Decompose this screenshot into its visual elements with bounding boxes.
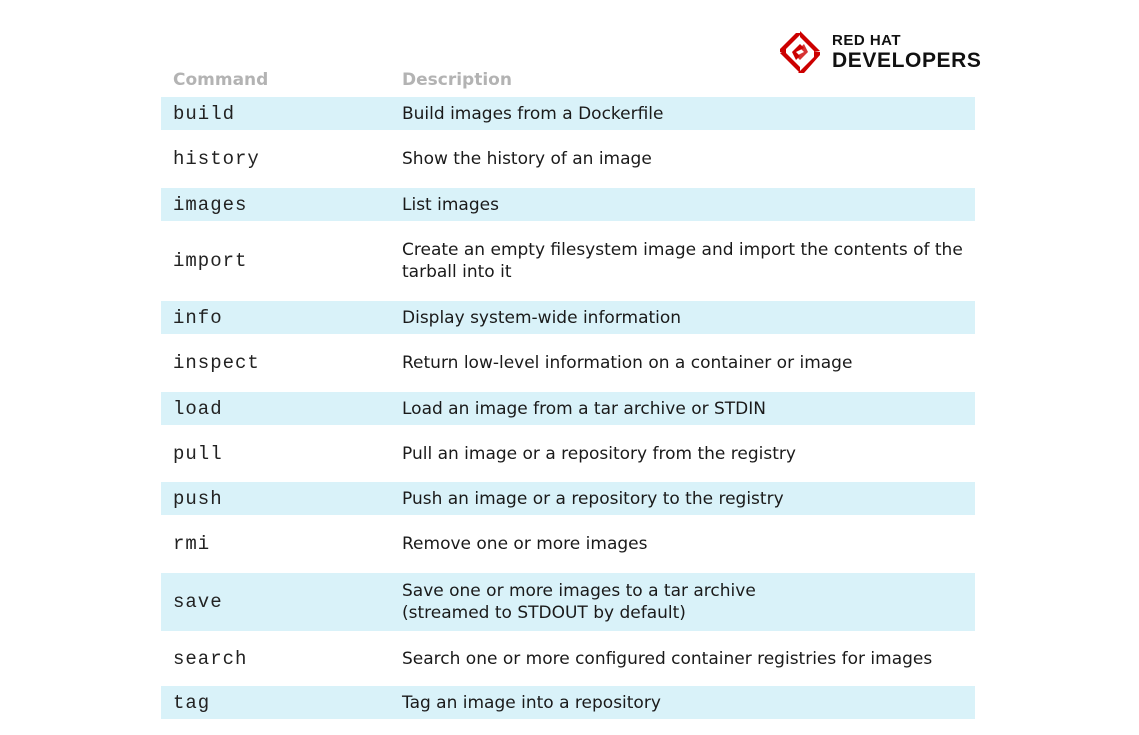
- command-cell: tag: [173, 691, 211, 714]
- description-cell: Display system-wide information: [402, 307, 682, 328]
- logo-line2: DEVELOPERS: [832, 49, 982, 72]
- description-cell: Build images from a Dockerfile: [402, 103, 664, 124]
- table-row: inspect Return low-level information on a…: [161, 334, 975, 392]
- table-row: tag Tag an image into a repository: [161, 686, 975, 719]
- command-cell: rmi: [173, 533, 211, 555]
- column-header-command: Command: [173, 70, 269, 90]
- description-cell: Tag an image into a repository: [402, 692, 661, 713]
- command-cell: build: [173, 102, 236, 125]
- command-cell: info: [173, 306, 223, 329]
- table-row: import Create an empty filesystem image a…: [161, 221, 975, 301]
- description-cell: Load an image from a tar archive or STDI…: [402, 398, 766, 419]
- command-cell: push: [173, 487, 223, 510]
- command-cell: images: [173, 193, 248, 216]
- command-table: build Build images from a Dockerfile histo…: [161, 97, 975, 719]
- description-cell: Search one or more configured container …: [402, 648, 933, 669]
- table-row: rmi Remove one or more images: [161, 515, 975, 573]
- table-row: history Show the history of an image: [161, 130, 975, 188]
- description-cell: Create an empty filesystem image and imp…: [402, 240, 963, 282]
- red-hat-logo-icon: [780, 31, 820, 73]
- description-cell: Pull an image or a repository from the r…: [402, 443, 796, 464]
- table-row: images List images: [161, 188, 975, 221]
- command-cell: save: [173, 591, 223, 613]
- red-hat-developers-logo: RED HAT DEVELOPERS: [778, 30, 982, 74]
- command-cell: inspect: [173, 352, 260, 374]
- command-cell: history: [173, 148, 260, 170]
- description-cell: Remove one or more images: [402, 534, 648, 554]
- table-row: save Save one or more images to a tar arc…: [161, 573, 975, 631]
- table-row: push Push an image or a repository to the…: [161, 482, 975, 515]
- command-cell: import: [173, 250, 248, 272]
- table-row: build Build images from a Dockerfile: [161, 97, 975, 130]
- description-cell: Return low-level information on a contai…: [402, 353, 853, 373]
- description-cell: Push an image or a repository to the reg…: [402, 488, 784, 509]
- description-cell: Save one or more images to a tar archive…: [402, 581, 756, 623]
- description-cell: Show the history of an image: [402, 149, 652, 169]
- table-row: load Load an image from a tar archive or …: [161, 392, 975, 425]
- table-row: info Display system-wide information: [161, 301, 975, 334]
- description-cell: List images: [402, 194, 499, 215]
- logo-line1: RED HAT: [832, 32, 902, 49]
- table-row: pull Pull an image or a repository from t…: [161, 425, 975, 482]
- command-cell: pull: [173, 442, 223, 465]
- command-cell: search: [173, 647, 248, 670]
- table-row: search Search one or more configured cont…: [161, 631, 975, 686]
- command-cell: load: [173, 397, 223, 420]
- column-header-description: Description: [402, 70, 512, 90]
